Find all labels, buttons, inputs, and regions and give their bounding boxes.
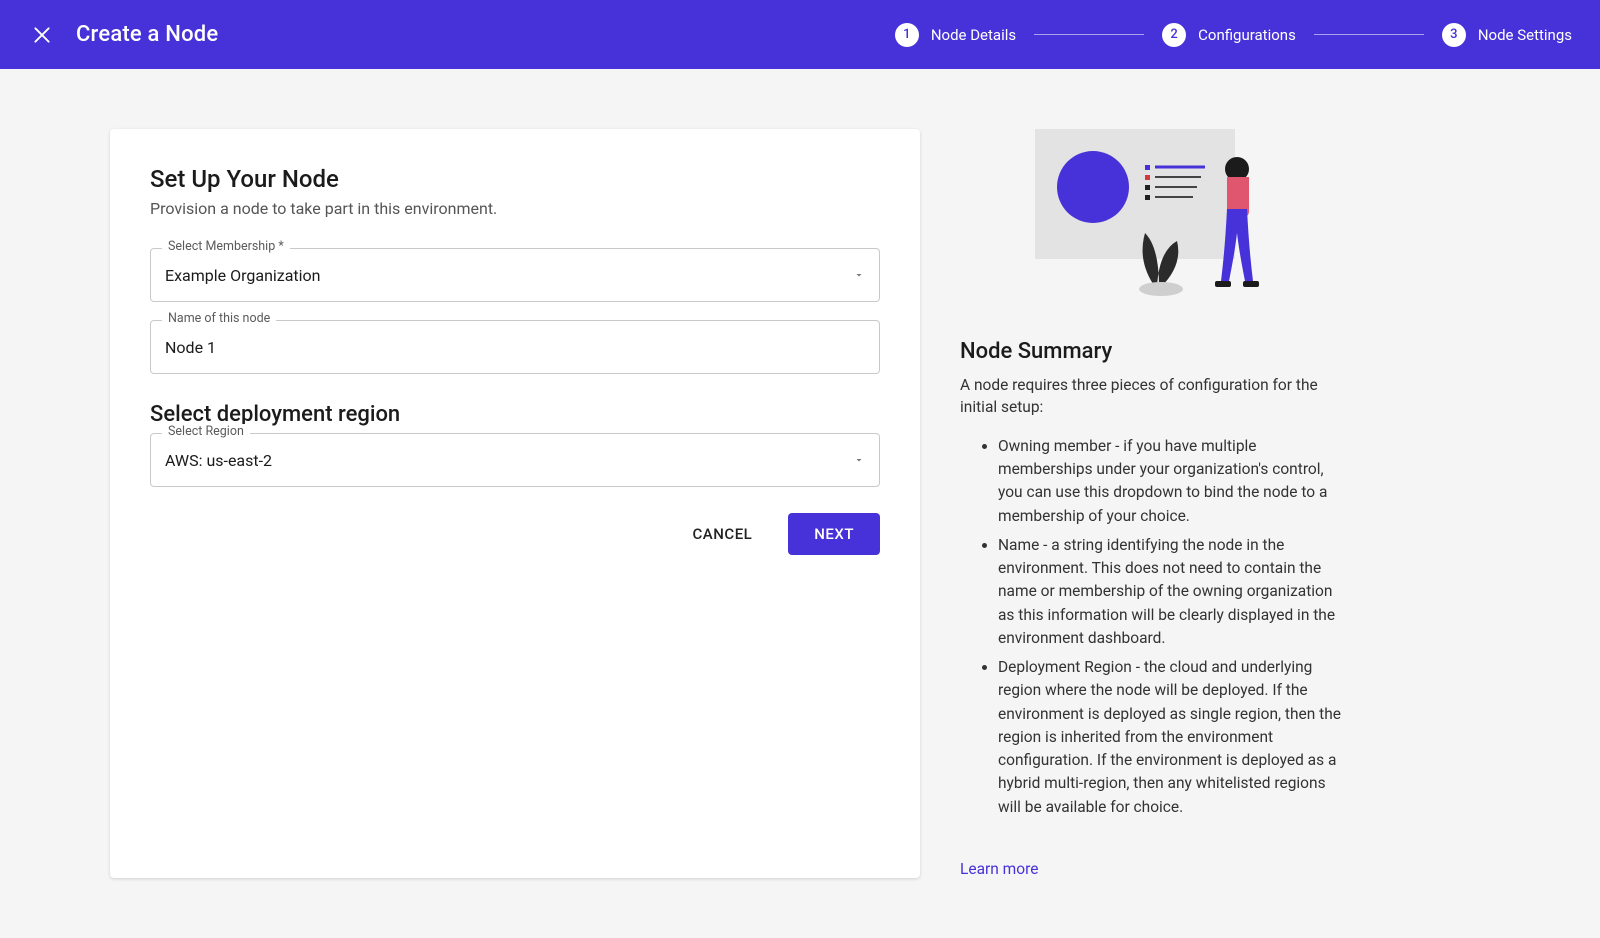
step-configurations[interactable]: 2 Configurations <box>1162 23 1296 47</box>
step-node-settings[interactable]: 3 Node Settings <box>1442 23 1572 47</box>
learn-more-link[interactable]: Learn more <box>960 860 1038 878</box>
step-label: Node Settings <box>1478 26 1572 44</box>
summary-illustration-icon <box>1005 129 1305 319</box>
membership-select[interactable]: Example Organization <box>150 248 880 302</box>
region-field: Select Region AWS: us-east-2 <box>150 433 880 487</box>
next-button[interactable]: NEXT <box>788 513 880 555</box>
summary-list: Owning member - if you have multiple mem… <box>960 435 1350 819</box>
card-subtitle: Provision a node to take part in this en… <box>150 199 880 218</box>
list-item: Deployment Region - the cloud and underl… <box>998 656 1350 819</box>
cancel-button[interactable]: CANCEL <box>687 515 759 553</box>
membership-value: Example Organization <box>165 266 321 285</box>
app-bar: Create a Node 1 Node Details 2 Configura… <box>0 0 1600 69</box>
form-actions: CANCEL NEXT <box>150 513 880 555</box>
node-name-input[interactable] <box>165 338 865 357</box>
card-heading: Set Up Your Node <box>150 165 880 193</box>
step-connector <box>1314 34 1424 35</box>
page-title: Create a Node <box>76 22 218 47</box>
step-number: 1 <box>895 23 919 47</box>
step-connector <box>1034 34 1144 35</box>
step-label: Node Details <box>931 26 1016 44</box>
chevron-down-icon <box>853 451 865 470</box>
step-label: Configurations <box>1198 26 1296 44</box>
region-field-label: Select Region <box>162 424 250 439</box>
close-icon[interactable] <box>28 21 56 49</box>
list-item: Owning member - if you have multiple mem… <box>998 435 1350 528</box>
sidebar: Node Summary A node requires three piece… <box>960 129 1350 878</box>
step-number: 3 <box>1442 23 1466 47</box>
list-item: Name - a string identifying the node in … <box>998 534 1350 650</box>
stepper: 1 Node Details 2 Configurations 3 Node S… <box>895 23 1572 47</box>
step-number: 2 <box>1162 23 1186 47</box>
step-node-details[interactable]: 1 Node Details <box>895 23 1016 47</box>
chevron-down-icon <box>853 266 865 285</box>
summary-heading: Node Summary <box>960 339 1350 364</box>
region-section-heading: Select deployment region <box>150 402 880 427</box>
node-name-input-wrapper <box>150 320 880 374</box>
node-name-field-label: Name of this node <box>162 311 276 326</box>
node-name-field: Name of this node <box>150 320 880 374</box>
membership-field: Select Membership * Example Organization <box>150 248 880 302</box>
main-content: Set Up Your Node Provision a node to tak… <box>0 69 1460 938</box>
region-value: AWS: us-east-2 <box>165 451 272 470</box>
region-select[interactable]: AWS: us-east-2 <box>150 433 880 487</box>
summary-intro: A node requires three pieces of configur… <box>960 374 1350 419</box>
form-card: Set Up Your Node Provision a node to tak… <box>110 129 920 878</box>
membership-field-label: Select Membership * <box>162 239 290 254</box>
